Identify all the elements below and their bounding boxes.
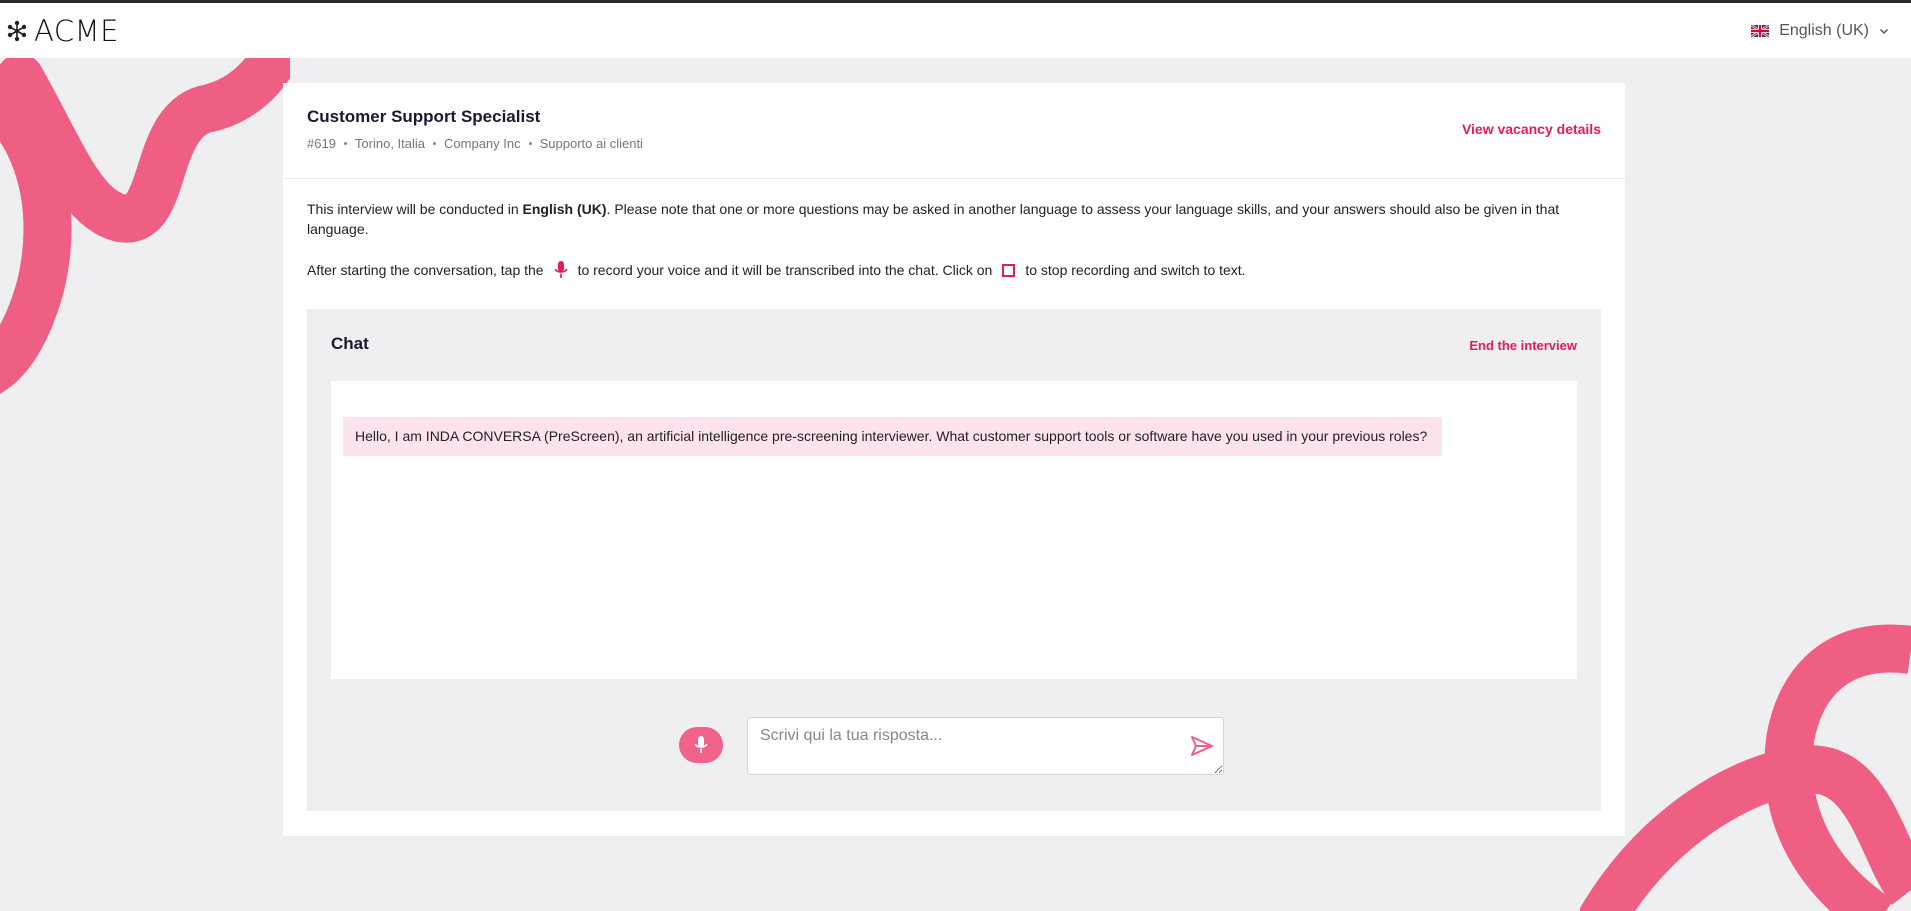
interview-language: English (UK) (522, 201, 607, 217)
chat-input-row (679, 717, 1224, 775)
decorative-swirl-right (1580, 624, 1911, 911)
language-notice: This interview will be conducted in Engl… (307, 199, 1601, 239)
language-selector[interactable]: English (UK) (1751, 22, 1903, 40)
vacancy-header: Customer Support Specialist #619 Torino,… (283, 83, 1625, 179)
send-icon[interactable] (1190, 735, 1214, 757)
vacancy-meta: #619 Torino, Italia Company Inc Supporto… (307, 136, 1601, 151)
molecule-icon (7, 20, 27, 41)
view-vacancy-details-link[interactable]: View vacancy details (1462, 121, 1601, 137)
brand-name: ACME (34, 13, 119, 48)
stop-square-icon (1002, 263, 1016, 277)
vacancy-title: Customer Support Specialist (307, 107, 541, 126)
top-navbar: ACME English (UK) (0, 3, 1911, 58)
microphone-icon (694, 736, 708, 753)
answer-input[interactable] (747, 717, 1224, 775)
separator-dot (343, 142, 347, 145)
recording-instructions-text-c: to stop recording and switch to text. (1025, 262, 1246, 278)
microphone-icon (554, 261, 567, 278)
bot-message: Hello, I am INDA CONVERSA (PreScreen), a… (343, 417, 1442, 456)
separator-dot (433, 142, 437, 145)
recording-instructions: After starting the conversation, tap the… (307, 260, 1601, 280)
end-interview-button[interactable]: End the interview (1469, 338, 1577, 353)
interview-card: Customer Support Specialist #619 Torino,… (283, 83, 1625, 836)
chat-messages[interactable]: Hello, I am INDA CONVERSA (PreScreen), a… (331, 381, 1577, 679)
chevron-down-icon (1879, 28, 1889, 34)
language-notice-text: This interview will be conducted in (307, 201, 523, 217)
interview-instructions: This interview will be conducted in Engl… (283, 179, 1625, 280)
record-voice-button[interactable] (679, 727, 723, 763)
vacancy-id: #619 (307, 136, 336, 151)
vacancy-location: Torino, Italia (354, 136, 426, 151)
chat-panel: Chat End the interview Hello, I am INDA … (307, 309, 1601, 811)
decorative-swirl-left (0, 58, 290, 394)
language-label: English (UK) (1779, 21, 1869, 39)
recording-instructions-text-b: to record your voice and it will be tran… (577, 262, 993, 278)
chat-title: Chat (331, 334, 369, 353)
separator-dot (528, 142, 532, 145)
recording-instructions-text-a: After starting the conversation, tap the (307, 262, 544, 278)
vacancy-company: Company Inc (444, 136, 521, 151)
brand-logo[interactable]: ACME (6, 14, 119, 48)
answer-input-wrapper (747, 717, 1224, 775)
uk-flag-icon (1751, 24, 1770, 37)
vacancy-department: Supporto ai clienti (539, 136, 643, 151)
